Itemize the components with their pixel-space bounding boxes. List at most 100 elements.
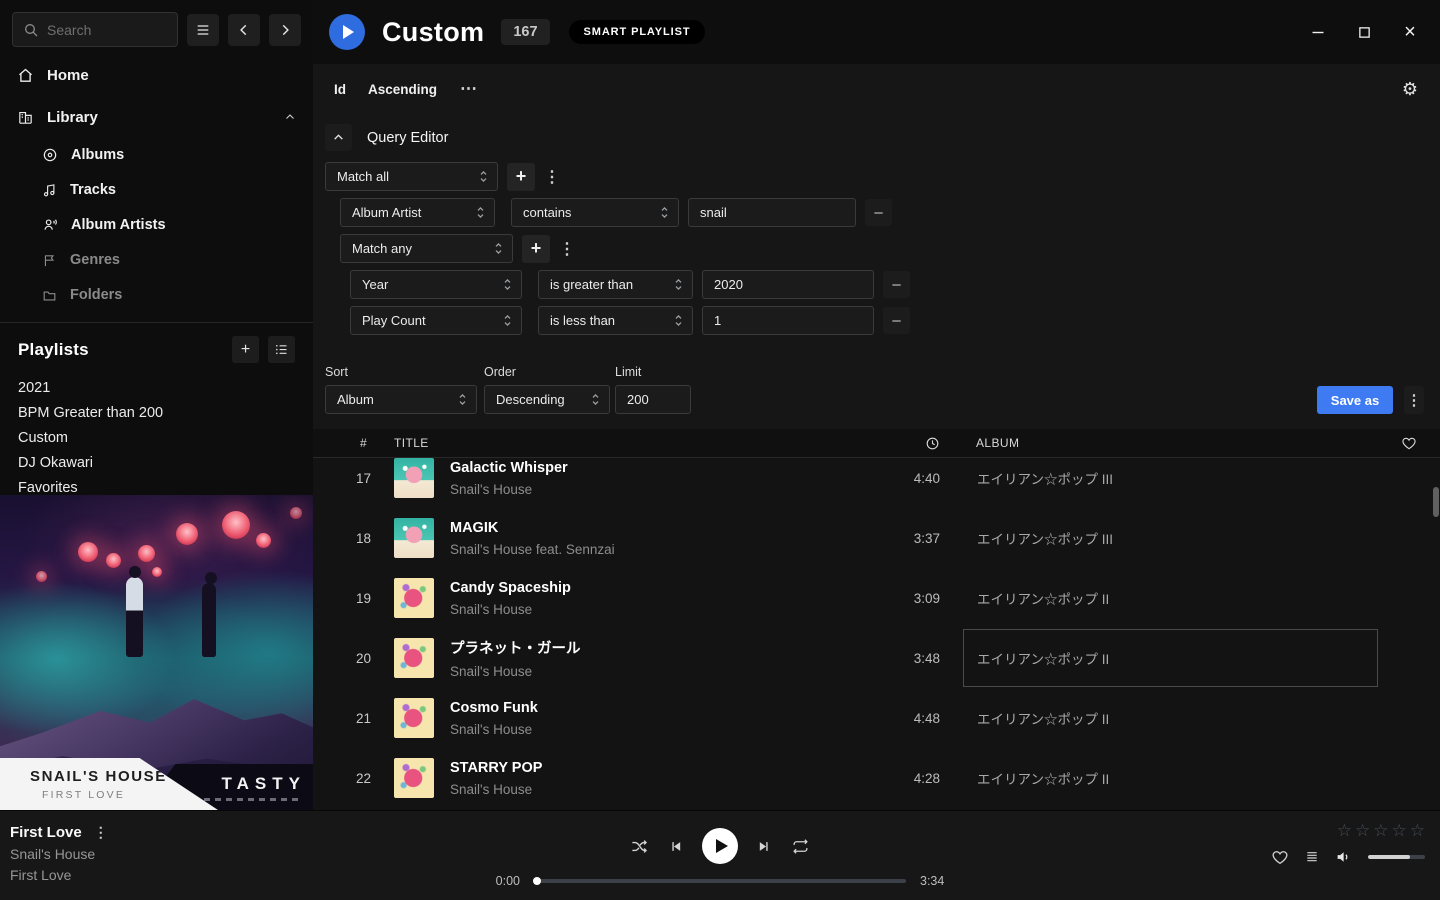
star-icon[interactable]: ☆ — [1373, 822, 1388, 839]
plus-icon: + — [516, 166, 527, 187]
gear-icon[interactable]: ⚙ — [1402, 79, 1418, 100]
track-number: 17 — [313, 471, 394, 486]
playlist-item-dj-okawari[interactable]: DJ Okawari — [18, 450, 295, 475]
remove-rule-button[interactable]: – — [883, 271, 910, 298]
lantern-glow — [152, 567, 162, 577]
playlist-item-bpm[interactable]: BPM Greater than 200 — [18, 400, 295, 425]
sidebar-item-home[interactable]: Home — [0, 61, 313, 89]
close-button[interactable]: × — [1402, 24, 1418, 40]
now-playing-artwork[interactable]: TASTY SNAIL'S HOUSE FIRST LOVE — [0, 495, 313, 810]
playlist-item-2021[interactable]: 2021 — [18, 375, 295, 400]
rule-operator-select[interactable]: is less than — [538, 306, 693, 335]
search-input[interactable] — [12, 12, 178, 47]
rule-field-select[interactable]: Album Artist — [340, 198, 495, 227]
volume-slider[interactable] — [1368, 855, 1425, 859]
repeat-button[interactable] — [791, 837, 810, 856]
player-controls: 0:00 3:34 — [0, 811, 1440, 888]
table-row[interactable]: 19 Candy Spaceship Snail's House 3:09 エイ… — [313, 568, 1440, 628]
sidebar-item-folders[interactable]: Folders — [0, 281, 313, 309]
sidebar-item-genres[interactable]: Genres — [0, 246, 313, 274]
star-icon[interactable]: ☆ — [1410, 822, 1425, 839]
star-icon[interactable]: ☆ — [1337, 822, 1352, 839]
maximize-icon — [1358, 26, 1371, 39]
minimize-button[interactable] — [1310, 24, 1326, 40]
track-album[interactable]: エイリアン☆ポップ II — [963, 749, 1378, 807]
sidebar-item-albums[interactable]: Albums — [0, 141, 313, 169]
forward-button[interactable] — [269, 14, 301, 46]
table-row[interactable]: 17 Galactic Whisper Snail's House 4:40 エ… — [313, 458, 1440, 508]
rule-value-input[interactable] — [703, 313, 873, 328]
column-album[interactable]: ALBUM — [942, 436, 1378, 450]
track-album[interactable]: エイリアン☆ポップ II — [963, 569, 1378, 627]
sidebar-item-tracks[interactable]: Tracks — [0, 176, 313, 204]
order-select[interactable]: Descending — [484, 385, 610, 414]
favorite-button[interactable] — [1271, 848, 1289, 866]
group-options-button[interactable]: ⋮ — [559, 235, 575, 263]
rule-field-select[interactable]: Year — [350, 270, 522, 299]
rule-operator-select[interactable]: is greater than — [538, 270, 693, 299]
smart-playlist-badge: SMART PLAYLIST — [569, 20, 706, 44]
play-playlist-button[interactable] — [329, 14, 365, 50]
rule-field-select[interactable]: Play Count — [350, 306, 522, 335]
repeat-icon — [791, 837, 810, 856]
sidebar-item-album-artists[interactable]: Album Artists — [0, 211, 313, 239]
track-album[interactable]: エイリアン☆ポップ II — [963, 689, 1378, 747]
track-album[interactable]: エイリアン☆ポップ III — [963, 458, 1378, 507]
tracks-label: Tracks — [70, 182, 116, 198]
collapse-query-button[interactable] — [325, 124, 352, 151]
volume-button[interactable] — [1335, 848, 1353, 866]
table-row[interactable]: 18 MAGIK Snail's House feat. Sennzai 3:3… — [313, 508, 1440, 568]
play-pause-button[interactable] — [702, 828, 738, 864]
playlist-item-custom[interactable]: Custom — [18, 425, 295, 450]
collapse-library-icon[interactable] — [284, 111, 296, 123]
table-row[interactable]: 20 プラネット・ガール Snail's House 3:48 エイリアン☆ポッ… — [313, 628, 1440, 688]
rating-stars[interactable]: ☆ ☆ ☆ ☆ ☆ — [1337, 822, 1425, 839]
sidebar-item-library[interactable]: Library — [0, 103, 313, 131]
track-table: # TITLE ALBUM 17 — [313, 429, 1440, 810]
track-album-focused[interactable]: エイリアン☆ポップ II — [963, 629, 1378, 687]
shuffle-button[interactable] — [630, 837, 649, 856]
match-any-select[interactable]: Match any — [340, 234, 513, 263]
queue-button[interactable] — [1304, 849, 1320, 865]
star-icon[interactable]: ☆ — [1392, 822, 1407, 839]
track-album[interactable]: エイリアン☆ポップ III — [963, 509, 1378, 567]
next-button[interactable] — [757, 839, 772, 854]
column-favorite[interactable] — [1378, 435, 1440, 451]
flag-icon — [42, 253, 57, 268]
add-rule-button[interactable]: + — [507, 163, 535, 191]
save-options-button[interactable]: ⋮ — [1404, 386, 1424, 414]
column-duration[interactable] — [868, 436, 942, 451]
rule-value-input[interactable] — [703, 277, 873, 292]
previous-button[interactable] — [668, 839, 683, 854]
add-rule-button[interactable]: + — [522, 235, 550, 263]
seek-bar[interactable] — [534, 879, 906, 883]
next-icon — [757, 839, 772, 854]
group-options-button[interactable]: ⋮ — [544, 163, 560, 191]
seek-knob[interactable] — [533, 877, 541, 885]
menu-button[interactable] — [187, 14, 219, 46]
limit-input[interactable] — [616, 392, 690, 407]
sort-order-button[interactable]: Ascending — [368, 82, 437, 97]
rule-operator-select[interactable]: contains — [511, 198, 679, 227]
column-title[interactable]: TITLE — [394, 436, 868, 450]
match-all-select[interactable]: Match all — [325, 162, 498, 191]
heart-icon — [1271, 848, 1289, 866]
track-artist: Snail's House — [450, 782, 868, 797]
remove-rule-button[interactable]: – — [865, 199, 892, 226]
star-icon[interactable]: ☆ — [1355, 822, 1370, 839]
remove-rule-button[interactable]: – — [883, 307, 910, 334]
home-icon — [17, 67, 34, 84]
rule-value-input[interactable] — [689, 205, 855, 220]
scrollbar-thumb[interactable] — [1433, 487, 1439, 517]
sort-field-button[interactable]: Id — [334, 82, 346, 97]
manage-playlists-button[interactable] — [268, 336, 295, 363]
column-number[interactable]: # — [313, 436, 394, 450]
add-playlist-button[interactable]: + — [232, 336, 259, 363]
sort-select[interactable]: Album — [325, 385, 477, 414]
table-row[interactable]: 21 Cosmo Funk Snail's House 4:48 エイリアン☆ポ… — [313, 688, 1440, 748]
table-row[interactable]: 22 STARRY POP Snail's House 4:28 エイリアン☆ポ… — [313, 748, 1440, 808]
search-field[interactable] — [47, 22, 167, 38]
save-as-button[interactable]: Save as — [1317, 386, 1393, 414]
maximize-button[interactable] — [1356, 24, 1372, 40]
back-button[interactable] — [228, 14, 260, 46]
